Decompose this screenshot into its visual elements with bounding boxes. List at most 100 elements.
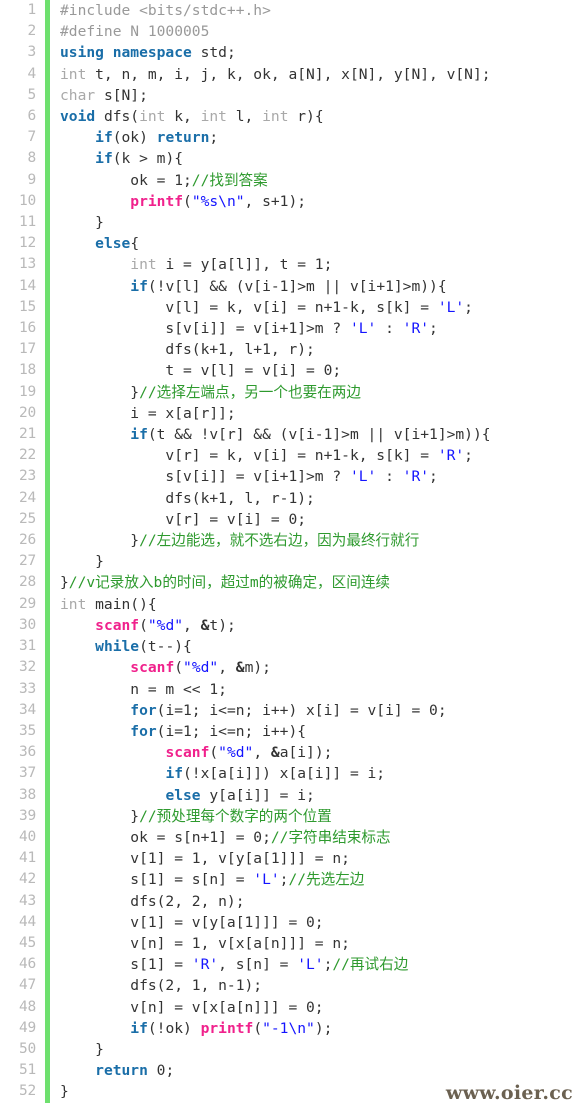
line-number: 29 <box>0 593 50 615</box>
code-line-content[interactable]: v[1] = 1, v[y[a[1]]] = n; <box>47 848 581 870</box>
code-line-content[interactable]: v[1] = v[y[a[1]]] = 0; <box>47 911 581 933</box>
code-line-content[interactable]: if(k > m){ <box>47 148 581 170</box>
code-line: 11 } <box>0 212 581 234</box>
code-token-string: "%d" <box>183 659 219 677</box>
code-line-content[interactable]: else y[a[i]] = i; <box>47 784 581 806</box>
code-token-plain: k, <box>165 108 201 126</box>
line-number: 5 <box>0 84 50 107</box>
code-line: 41 v[1] = 1, v[y[a[1]]] = n; <box>0 848 581 870</box>
line-number: 8 <box>0 148 50 170</box>
code-line-content[interactable]: }//左边能选，就不选右边，因为最终行就行 <box>47 530 581 552</box>
code-token-plain: dfs(k+1, l+1, r); <box>60 341 315 359</box>
code-line-content[interactable]: s[1] = s[n] = 'L';//先选左边 <box>47 869 581 891</box>
code-line-content[interactable]: } <box>47 551 581 573</box>
code-token-char: 'L' <box>349 320 377 338</box>
code-token-keyword: void <box>60 108 96 126</box>
line-number: 21 <box>0 424 50 446</box>
code-line-content[interactable]: if(!v[l] && (v[i-1]>m || v[i+1]>m)){ <box>47 275 581 297</box>
code-line-content[interactable]: scanf("%d", &t); <box>47 614 581 637</box>
code-line-content[interactable]: v[n] = v[x[a[n]]] = 0; <box>47 996 581 1018</box>
code-line-content[interactable]: t = v[l] = v[i] = 0; <box>47 360 581 382</box>
code-token-plain: t = v[l] = v[i] = 0; <box>60 362 342 380</box>
code-line-content[interactable]: int i = y[a[l]], t = 1; <box>47 254 581 276</box>
code-line: 46 s[1] = 'R', s[n] = 'L';//再试右边 <box>0 954 581 976</box>
code-line-content[interactable]: } <box>47 212 581 234</box>
code-token-function: printf <box>130 192 184 210</box>
code-line: 19 }//选择左端点，另一个也要在两边 <box>0 381 581 403</box>
code-line-content[interactable]: n = m << 1; <box>47 678 581 700</box>
code-line: 7 if(ok) return; <box>0 127 581 149</box>
code-token-plain: ( <box>174 659 184 677</box>
code-line-content[interactable]: #include <bits/stdc++.h> <box>47 0 581 22</box>
code-token-plain: ( <box>139 616 148 634</box>
code-token-plain: } <box>60 214 104 232</box>
code-line-content[interactable]: #define N 1000005 <box>47 21 581 43</box>
line-number: 45 <box>0 932 50 955</box>
code-token-plain: (k > m){ <box>112 150 184 168</box>
code-line-content[interactable]: printf("%s\n", s+1); <box>47 190 581 213</box>
line-number: 40 <box>0 826 50 849</box>
code-line-content[interactable]: i = x[a[r]]; <box>47 402 581 425</box>
code-token-plain: } <box>60 1040 104 1058</box>
code-token-char: 'L' <box>253 871 280 889</box>
code-token-plain: (ok) <box>112 129 157 147</box>
code-line-content[interactable]: for(i=1; i<=n; i++){ <box>47 720 581 743</box>
code-line: 10 printf("%s\n", s+1); <box>0 190 581 213</box>
code-line-content[interactable]: return 0; <box>47 1060 581 1082</box>
code-token-keyword: else <box>95 235 131 253</box>
code-line-content[interactable]: dfs(2, 2, n); <box>47 890 581 912</box>
code-line-content[interactable]: dfs(k+1, l, r-1); <box>47 487 581 509</box>
code-line-content[interactable]: scanf("%d", &a[i]); <box>47 742 581 764</box>
code-line-content[interactable]: s[v[i]] = v[i+1]>m ? 'L' : 'R'; <box>47 466 581 488</box>
code-line: 50 } <box>0 1038 581 1061</box>
code-line: 47 dfs(2, 1, n-1); <box>0 975 581 997</box>
code-line-content[interactable]: }//v记录放入b的时间，超过m的被确定，区间连续 <box>47 572 581 594</box>
code-line-content[interactable]: }//预处理每个数字的两个位置 <box>47 805 581 827</box>
code-line: 6 void dfs(int k, int l, int r){ <box>0 106 581 128</box>
code-line: 39 }//预处理每个数字的两个位置 <box>0 805 581 827</box>
code-line-content[interactable]: for(i=1; i<=n; i++) x[i] = v[i] = 0; <box>47 699 581 721</box>
code-line: 8 if(k > m){ <box>0 148 581 170</box>
code-line-content[interactable]: int main(){ <box>47 593 581 615</box>
code-token-preprocessor: #include <bits/stdc++.h> <box>60 2 271 19</box>
code-line-content[interactable]: s[1] = 'R', s[n] = 'L';//再试右边 <box>47 954 581 976</box>
code-line-content[interactable]: s[v[i]] = v[i+1]>m ? 'L' : 'R'; <box>47 318 581 340</box>
code-line-content[interactable]: char s[N]; <box>47 84 581 107</box>
code-line-content[interactable]: void dfs(int k, int l, int r){ <box>47 106 581 128</box>
line-number: 9 <box>0 169 50 191</box>
code-line-content[interactable]: }//选择左端点，另一个也要在两边 <box>47 381 581 403</box>
code-line-content[interactable]: while(t--){ <box>47 636 581 658</box>
code-line-content[interactable]: ok = 1;//找到答案 <box>47 169 581 191</box>
code-line-content[interactable]: if(!ok) printf("-1\n"); <box>47 1017 581 1039</box>
code-token-plain: y[a[i]] = i; <box>200 786 315 804</box>
line-number: 52 <box>0 1081 50 1103</box>
line-number: 39 <box>0 805 50 827</box>
code-line-content[interactable]: dfs(k+1, l+1, r); <box>47 339 581 361</box>
line-number: 50 <box>0 1038 50 1061</box>
code-token-type: int <box>60 65 87 83</box>
code-line-content[interactable]: ok = s[n+1] = 0;//字符串结束标志 <box>47 826 581 849</box>
code-line-content[interactable]: dfs(2, 1, n-1); <box>47 975 581 997</box>
code-line-content[interactable]: scanf("%d", &m); <box>47 657 581 679</box>
code-line: 31 while(t--){ <box>0 636 581 658</box>
code-line-content[interactable]: int t, n, m, i, j, k, ok, a[N], x[N], y[… <box>47 63 581 85</box>
code-line-content[interactable]: v[r] = v[i] = 0; <box>47 508 581 531</box>
code-line: 34 for(i=1; i<=n; i++) x[i] = v[i] = 0; <box>0 699 581 721</box>
code-line-content[interactable]: if(ok) return; <box>47 127 581 149</box>
code-line-content[interactable]: if(t && !v[r] && (v[i-1]>m || v[i+1]>m))… <box>47 424 581 446</box>
code-line-content[interactable]: if(!x[a[i]]) x[a[i]] = i; <box>47 763 581 785</box>
code-token-plain: (i=1; i<=n; i++) x[i] = v[i] = 0; <box>156 701 447 719</box>
code-line-content[interactable]: v[l] = k, v[i] = n+1-k, s[k] = 'L'; <box>47 296 581 319</box>
code-token-keyword: using namespace <box>60 44 192 62</box>
code-line: 3 using namespace std; <box>0 42 581 64</box>
code-line-content[interactable]: v[r] = k, v[i] = n+1-k, s[k] = 'R'; <box>47 445 581 467</box>
code-token-char: 'R' <box>191 956 219 974</box>
code-line-content[interactable]: using namespace std; <box>47 42 581 64</box>
code-line-content[interactable]: else{ <box>47 233 581 255</box>
line-number: 48 <box>0 996 50 1018</box>
code-line-content[interactable]: } <box>47 1038 581 1061</box>
code-line-content[interactable]: v[n] = 1, v[x[a[n]]] = n; <box>47 932 581 955</box>
code-token-plain: r){ <box>288 108 324 126</box>
line-number: 11 <box>0 212 50 234</box>
